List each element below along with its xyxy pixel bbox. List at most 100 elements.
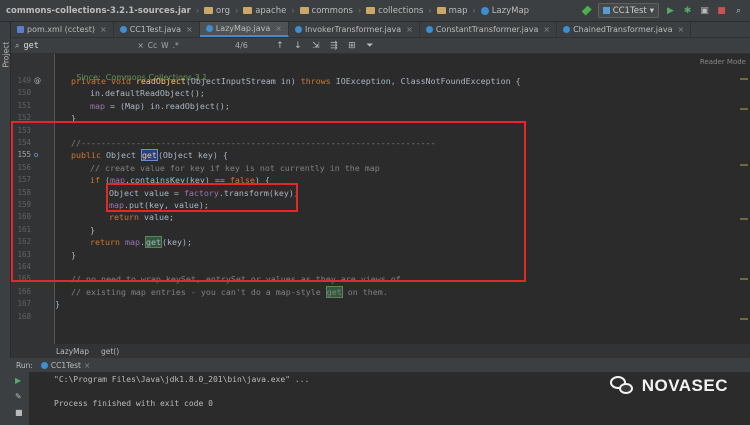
close-icon[interactable]: ×: [100, 25, 107, 34]
build-hammer-icon[interactable]: [581, 5, 592, 16]
breadcrumb-label: collections: [378, 5, 424, 16]
chevron-right-icon: ›: [291, 6, 295, 15]
tab-label: InvokerTransformer.java: [304, 25, 402, 34]
chevron-right-icon: ›: [472, 6, 476, 15]
tab-invokertransformer[interactable]: InvokerTransformer.java ×: [289, 22, 420, 37]
override-marker-icon[interactable]: @: [34, 75, 41, 87]
tab-label: pom.xml (cctest): [27, 25, 96, 34]
close-icon[interactable]: ×: [84, 361, 90, 370]
class-icon: [205, 25, 213, 32]
toolbar-right: CC1Test ▾ ▶ ✱ ▣ ■ ⌕: [581, 3, 744, 18]
arrow-up-icon[interactable]: ↑: [274, 41, 286, 51]
run-tab-label: CC1Test: [50, 360, 81, 370]
class-icon: [480, 6, 489, 15]
class-icon: [425, 26, 433, 33]
close-icon[interactable]: ×: [406, 25, 413, 34]
code-line: }: [55, 299, 60, 310]
annotation-box-transform-call: [106, 183, 298, 212]
breadcrumb-map[interactable]: map: [436, 6, 467, 16]
code-line: private void readObject(ObjectInputStrea…: [71, 76, 521, 86]
search-field: ⌕ × Cc W .*: [15, 40, 195, 51]
code-line: in.defaultReadObject();: [90, 88, 205, 99]
breadcrumb-org[interactable]: org: [204, 6, 230, 16]
folder-icon: [299, 7, 309, 14]
breadcrumb-label: org: [216, 5, 230, 16]
watermark-text: NOVASEC: [641, 376, 728, 395]
line-number: 166: [17, 286, 31, 296]
breadcrumb-collections[interactable]: collections: [366, 6, 423, 16]
debug-icon[interactable]: ✱: [682, 5, 693, 16]
run-config-selector[interactable]: CC1Test ▾: [597, 3, 659, 18]
project-tool-strip[interactable]: Project: [0, 22, 11, 362]
whole-words-toggle[interactable]: W: [161, 41, 168, 50]
match-case-toggle[interactable]: Cc: [148, 41, 157, 50]
folder-icon: [436, 7, 446, 14]
rerun-icon[interactable]: ▶: [15, 376, 21, 385]
select-all-occurrences-icon[interactable]: ⇶: [328, 41, 340, 51]
arrow-down-icon[interactable]: ↓: [292, 41, 304, 51]
close-icon[interactable]: ×: [137, 41, 143, 50]
code-line: Since: Commons Collections 3.1: [61, 60, 741, 82]
class-icon: [602, 7, 610, 14]
scrollbar-markers[interactable]: [740, 68, 748, 348]
console-line: Process finished with exit code 0: [54, 399, 213, 408]
line-number: 149: [17, 76, 31, 85]
search-input[interactable]: [23, 40, 134, 51]
search-everywhere-icon[interactable]: ⌕: [733, 5, 744, 16]
find-bar: ⌕ × Cc W .* 4/6 ↑ ↓ ⇲ ⇶ ⊞ ⏷: [11, 38, 750, 54]
tab-pom-xml[interactable]: pom.xml (cctest) ×: [11, 22, 114, 37]
structure-breadcrumb: LazyMap get(): [11, 344, 750, 358]
chevron-right-icon: ›: [428, 6, 432, 15]
wechat-icon: [609, 376, 634, 396]
reader-mode-toggle[interactable]: Reader Mode: [700, 58, 746, 66]
breadcrumb-apache[interactable]: apache: [243, 6, 286, 16]
tab-label: ConstantTransformer.java: [435, 25, 539, 34]
structure-crumb-class[interactable]: LazyMap: [56, 347, 89, 356]
chevron-right-icon: ›: [195, 6, 200, 15]
chevron-down-icon: ▾: [649, 5, 654, 16]
close-icon[interactable]: ×: [275, 24, 282, 33]
tab-label: CC1Test.java: [129, 25, 182, 34]
filter-icon[interactable]: ⏷: [364, 41, 376, 51]
run-panel-label: Run:: [16, 360, 33, 370]
watermark: NOVASEC: [609, 376, 728, 396]
stop-icon[interactable]: ■: [716, 5, 727, 16]
select-all-icon[interactable]: ⊞: [346, 41, 358, 51]
editor-tab-bar: pom.xml (cctest) × CC1Test.java × LazyMa…: [11, 22, 750, 38]
tab-cc1test[interactable]: CC1Test.java ×: [114, 22, 200, 37]
breadcrumb-label: apache: [255, 5, 287, 16]
chevron-right-icon: ›: [357, 6, 362, 15]
search-icon: ⌕: [15, 40, 20, 50]
maven-icon: [17, 26, 24, 33]
run-config-label: CC1Test: [612, 5, 647, 16]
breadcrumb-jar[interactable]: commons-collections-3.2.1-sources.jar: [6, 6, 191, 16]
breadcrumb-lazymap[interactable]: LazyMap: [480, 6, 529, 16]
breadcrumb-commons[interactable]: commons: [299, 6, 353, 16]
code-line: // existing map entries - you can't do a…: [71, 285, 388, 298]
tab-lazymap[interactable]: LazyMap.java ×: [199, 22, 289, 37]
run-panel-header: Run: CC1Test ×: [0, 358, 750, 372]
tab-chainedtransformer[interactable]: ChainedTransformer.java ×: [557, 22, 692, 37]
class-icon: [40, 361, 48, 369]
run-tab-cc1test[interactable]: CC1Test ×: [40, 360, 90, 370]
close-icon[interactable]: ×: [543, 25, 550, 34]
line-number: 168: [17, 311, 31, 321]
tab-constanttransformer[interactable]: ConstantTransformer.java ×: [420, 22, 558, 37]
folder-icon: [204, 7, 214, 14]
chevron-right-icon: ›: [235, 6, 239, 15]
navigation-bar: commons-collections-3.2.1-sources.jar › …: [0, 0, 750, 22]
code-line: map = (Map) in.readObject();: [90, 100, 230, 111]
structure-crumb-method[interactable]: get(): [101, 347, 119, 356]
class-icon: [119, 26, 127, 33]
regex-toggle[interactable]: .*: [173, 41, 179, 50]
coverage-icon[interactable]: ▣: [699, 5, 710, 16]
add-selection-icon[interactable]: ⇲: [310, 41, 322, 51]
wrench-icon[interactable]: ✎: [15, 392, 22, 401]
close-icon[interactable]: ×: [678, 25, 685, 34]
project-tool-label: Project: [1, 41, 11, 68]
line-number: 151: [17, 100, 31, 110]
run-icon[interactable]: ▶: [665, 5, 676, 16]
stop-icon[interactable]: ■: [15, 408, 23, 417]
close-icon[interactable]: ×: [186, 25, 193, 34]
console-line: "C:\Program Files\Java\jdk1.8.0_201\bin\…: [54, 375, 310, 384]
